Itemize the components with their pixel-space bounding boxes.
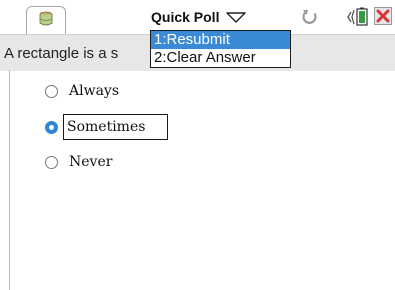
radio-button-selected[interactable]: [45, 120, 58, 134]
chevron-down-icon: [225, 10, 247, 24]
left-divider: [9, 70, 10, 290]
battery-icon: [347, 6, 371, 28]
option-sometimes[interactable]: Sometimes: [45, 114, 169, 140]
document-tab[interactable]: [26, 6, 66, 35]
option-label: Never: [69, 154, 113, 170]
option-label: Sometimes: [63, 114, 169, 140]
quick-poll-title: Quick Poll: [151, 9, 220, 25]
document-icon: [38, 11, 54, 32]
option-label: Always: [69, 83, 120, 99]
menu-item-resubmit[interactable]: 1:Resubmit: [151, 31, 290, 49]
radio-button[interactable]: [45, 155, 58, 169]
close-icon[interactable]: [374, 7, 392, 25]
quick-poll-menu-button[interactable]: Quick Poll: [151, 6, 247, 28]
refresh-icon[interactable]: [300, 7, 320, 27]
menu-item-clear-answer[interactable]: 2:Clear Answer: [151, 49, 290, 67]
radio-button[interactable]: [45, 84, 58, 98]
question-text: A rectangle is a s: [4, 45, 119, 62]
option-never[interactable]: Never: [45, 150, 112, 174]
option-always[interactable]: Always: [45, 79, 119, 103]
quick-poll-dropdown-menu: 1:Resubmit 2:Clear Answer: [150, 30, 291, 68]
top-toolbar: Quick Poll: [0, 0, 395, 35]
